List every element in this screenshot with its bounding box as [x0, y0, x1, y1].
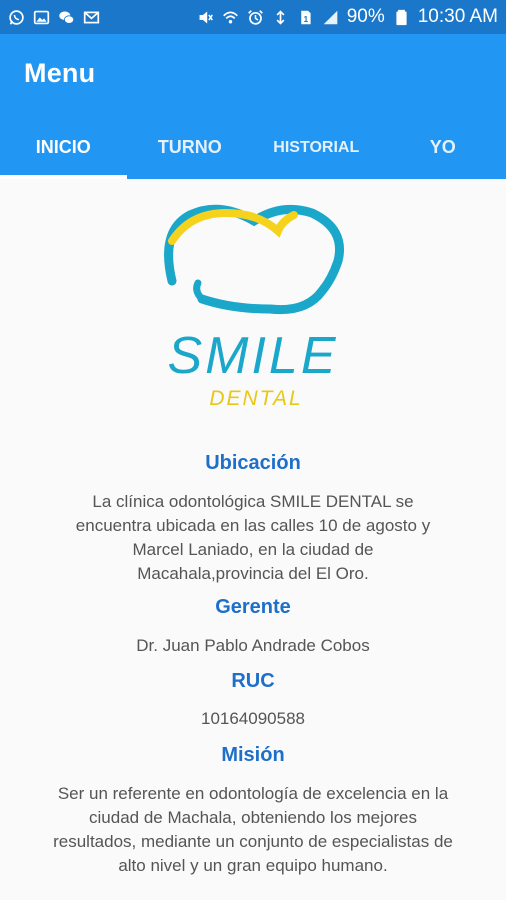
wifi-calling-icon — [222, 9, 239, 26]
gallery-icon — [33, 9, 50, 26]
alarm-icon — [247, 9, 264, 26]
battery-percentage: 90% — [346, 6, 385, 27]
svg-text:1: 1 — [303, 13, 308, 23]
status-bar: 1 90% 10:30 AM — [0, 0, 506, 34]
mision-text: Ser un referente en odontología de excel… — [53, 784, 453, 875]
gerente-heading: Gerente — [215, 596, 291, 618]
whatsapp-icon — [8, 9, 25, 26]
status-notifications — [8, 9, 100, 26]
logo-brand: SMILE — [167, 327, 338, 385]
ruc-heading: RUC — [231, 670, 275, 692]
page-title: Menu — [24, 58, 96, 88]
tab-historial[interactable]: HISTORIAL — [253, 116, 380, 179]
clock: 10:30 AM — [417, 6, 498, 27]
app-bar: Menu INICIO TURNO HISTORIAL YO — [0, 34, 506, 179]
logo-sub: DENTAL — [209, 387, 302, 410]
gerente-text: Dr. Juan Pablo Andrade Cobos — [136, 636, 370, 655]
mute-icon — [197, 9, 214, 26]
ubicacion-text: La clínica odontológica SMILE DENTAL se … — [75, 492, 431, 583]
ubicacion-heading: Ubicación — [205, 452, 301, 474]
mision-heading: Misión — [221, 744, 285, 766]
sim-icon: 1 — [297, 9, 314, 26]
smile-dental-logo: SMILE DENTAL — [150, 191, 356, 421]
tab-yo[interactable]: YO — [380, 116, 506, 179]
data-icon — [272, 9, 289, 26]
signal-icon — [322, 9, 339, 26]
main-content: SMILE DENTAL Ubicación La clínica odonto… — [0, 179, 506, 900]
battery-icon — [393, 9, 410, 26]
tab-bar: INICIO TURNO HISTORIAL YO — [0, 116, 506, 179]
tab-turno[interactable]: TURNO — [127, 116, 254, 179]
status-system: 1 90% 10:30 AM — [197, 6, 498, 28]
wechat-icon — [58, 9, 75, 26]
ruc-text: 10164090588 — [200, 709, 305, 728]
tab-inicio[interactable]: INICIO — [0, 116, 127, 179]
email-icon — [83, 9, 100, 26]
